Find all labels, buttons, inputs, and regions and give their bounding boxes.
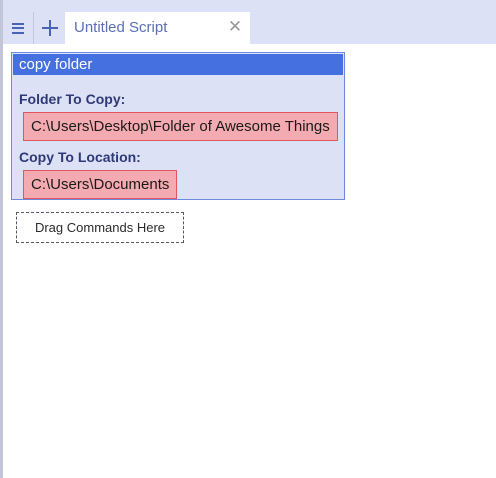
param-label-folder-to-copy: Folder To Copy: <box>19 91 126 107</box>
drag-commands-drop-zone[interactable]: Drag Commands Here <box>16 212 184 243</box>
hamburger-menu-icon <box>12 22 24 34</box>
menu-button[interactable] <box>3 12 34 44</box>
command-block-copy-folder[interactable]: copy folder Folder To Copy: C:\Users\Des… <box>11 52 345 200</box>
command-title: copy folder <box>13 54 343 75</box>
param-value-copy-to-location[interactable]: C:\Users\Documents <box>23 170 178 199</box>
script-canvas[interactable]: copy folder Folder To Copy: C:\Users\Des… <box>3 44 496 478</box>
param-label-copy-to-location: Copy To Location: <box>19 149 141 165</box>
add-tab-button[interactable] <box>34 12 65 44</box>
plus-icon <box>41 20 58 36</box>
tab-label: Untitled Script <box>74 19 168 36</box>
tab-untitled-script[interactable]: Untitled Script ✕ <box>65 12 250 44</box>
tab-bar: Untitled Script ✕ <box>0 0 496 44</box>
param-value-folder-to-copy[interactable]: C:\Users\Desktop\Folder of Awesome Thing… <box>23 112 338 141</box>
close-icon[interactable]: ✕ <box>227 19 243 36</box>
